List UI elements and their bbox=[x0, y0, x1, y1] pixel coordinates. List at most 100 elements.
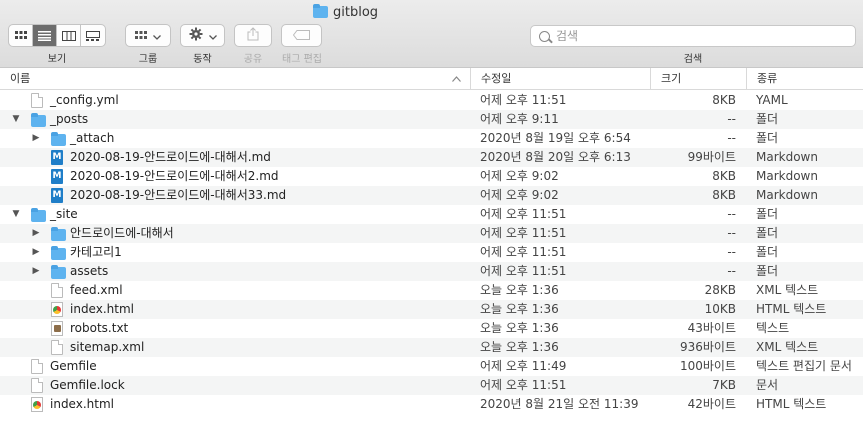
list-item[interactable]: index.html 2020년 8월 21일 오전 11:39 42바이트 HTML… bbox=[0, 395, 863, 414]
file-list: _config.yml 어제 오후 11:51 8KB YAML ▼ _posts 어제 오… bbox=[0, 91, 863, 414]
modified-date: 2020년 8월 21일 오전 11:39 bbox=[480, 397, 639, 411]
file-kind: HTML 텍스트 bbox=[756, 302, 827, 316]
file-kind: 폴더 bbox=[756, 245, 779, 259]
list-view-icon[interactable] bbox=[33, 25, 57, 46]
modified-date: 어제 오후 11:49 bbox=[480, 359, 567, 373]
tag-icon bbox=[292, 29, 311, 43]
file-size: 936바이트 bbox=[679, 340, 736, 354]
chevron-down-icon bbox=[208, 29, 217, 43]
disclosure-collapsed-icon[interactable]: ▶ bbox=[30, 243, 42, 262]
search-input[interactable] bbox=[556, 29, 836, 43]
list-item[interactable]: feed.xml 오늘 오후 1:36 28KB XML 텍스트 bbox=[0, 281, 863, 300]
modified-date: 어제 오후 9:02 bbox=[480, 188, 559, 202]
modified-date: 어제 오후 11:51 bbox=[480, 245, 567, 259]
disclosure-collapsed-icon[interactable]: ▶ bbox=[30, 129, 42, 148]
file-kind: Markdown bbox=[756, 188, 818, 202]
list-item[interactable]: Gemfile 어제 오후 11:49 100바이트 텍스트 편집기 문서 bbox=[0, 357, 863, 376]
list-item[interactable]: sitemap.xml 오늘 오후 1:36 936바이트 XML 텍스트 bbox=[0, 338, 863, 357]
list-item[interactable]: ▶ _attach 2020년 8월 19일 오후 6:54 -- 폴더 bbox=[0, 129, 863, 148]
folder-icon bbox=[51, 265, 66, 279]
file-kind: XML 텍스트 bbox=[756, 340, 819, 354]
icon-view-icon[interactable] bbox=[9, 25, 33, 46]
list-item[interactable]: ▼ _posts 어제 오후 9:11 -- 폴더 bbox=[0, 110, 863, 129]
disclosure-collapsed-icon[interactable]: ▶ bbox=[30, 224, 42, 243]
file-kind: 폴더 bbox=[756, 131, 779, 145]
gallery-view-icon[interactable] bbox=[81, 25, 105, 46]
group-grid-icon bbox=[135, 29, 147, 43]
share-button[interactable] bbox=[234, 24, 272, 47]
disclosure-expanded-icon[interactable]: ▼ bbox=[10, 110, 22, 129]
file-name: _config.yml bbox=[50, 93, 119, 107]
list-item[interactable]: Gemfile.lock 어제 오후 11:51 7KB 문서 bbox=[0, 376, 863, 395]
document-icon bbox=[31, 359, 43, 374]
disclosure-expanded-icon[interactable]: ▼ bbox=[10, 205, 22, 224]
file-name: _attach bbox=[70, 131, 115, 145]
view-mode-segmented-control bbox=[8, 24, 106, 47]
modified-date: 어제 오후 11:51 bbox=[480, 93, 567, 107]
edit-tags-label: 태그 편집 bbox=[282, 54, 322, 65]
column-header-name[interactable]: 이름 bbox=[0, 68, 470, 90]
disclosure-collapsed-icon[interactable]: ▶ bbox=[30, 262, 42, 281]
file-name: 2020-08-19-안드로이드에-대해서2.md bbox=[70, 169, 279, 183]
column-header: 이름 수정일 크기 종류 bbox=[0, 68, 863, 90]
file-name: sitemap.xml bbox=[70, 340, 145, 354]
file-kind: YAML bbox=[756, 93, 788, 107]
edit-tags-button[interactable] bbox=[281, 24, 322, 47]
list-item[interactable]: ▼ _site 어제 오후 11:51 -- 폴더 bbox=[0, 205, 863, 224]
file-size: 8KB bbox=[712, 169, 736, 183]
file-kind: 폴더 bbox=[756, 207, 779, 221]
share-label: 공유 bbox=[243, 54, 263, 65]
file-kind: 폴더 bbox=[756, 264, 779, 278]
list-item[interactable]: ▶ 안드로이드에-대해서 어제 오후 11:51 -- 폴더 bbox=[0, 224, 863, 243]
file-size: 7KB bbox=[712, 378, 736, 392]
file-size: 8KB bbox=[712, 188, 736, 202]
file-name: 2020-08-19-안드로이드에-대해서33.md bbox=[70, 188, 287, 202]
file-size: 42바이트 bbox=[687, 397, 736, 411]
column-header-kind[interactable]: 종류 bbox=[746, 68, 863, 90]
modified-date: 어제 오후 9:11 bbox=[480, 112, 559, 126]
list-item[interactable]: M 2020-08-19-안드로이드에-대해서2.md 어제 오후 9:02 8KB M… bbox=[0, 167, 863, 186]
folder-icon bbox=[51, 132, 66, 146]
folder-icon bbox=[51, 246, 66, 260]
file-name: robots.txt bbox=[70, 321, 129, 335]
file-name: index.html bbox=[50, 397, 114, 411]
folder-icon bbox=[313, 4, 328, 18]
list-item[interactable]: ▶ 카테고리1 어제 오후 11:51 -- 폴더 bbox=[0, 243, 863, 262]
file-name: 안드로이드에-대해서 bbox=[70, 226, 174, 240]
action-label: 동작 bbox=[193, 54, 212, 65]
action-button[interactable] bbox=[180, 24, 225, 47]
file-kind: 폴더 bbox=[756, 112, 779, 126]
file-size: -- bbox=[727, 112, 736, 126]
group-button[interactable] bbox=[125, 24, 171, 47]
file-kind: Markdown bbox=[756, 169, 818, 183]
file-name: index.html bbox=[70, 302, 134, 316]
column-header-date[interactable]: 수정일 bbox=[470, 68, 650, 90]
markdown-icon: M bbox=[51, 188, 63, 203]
modified-date: 오늘 오후 1:36 bbox=[480, 340, 559, 354]
search-field[interactable] bbox=[530, 25, 856, 47]
file-name: _posts bbox=[50, 112, 89, 126]
list-item[interactable]: index.html 오늘 오후 1:36 10KB HTML 텍스트 bbox=[0, 300, 863, 319]
column-header-size[interactable]: 크기 bbox=[650, 68, 746, 90]
modified-date: 어제 오후 11:51 bbox=[480, 207, 567, 221]
modified-date: 어제 오후 11:51 bbox=[480, 226, 567, 240]
search-label: 검색 bbox=[683, 54, 703, 65]
document-icon bbox=[31, 93, 43, 108]
modified-date: 2020년 8월 19일 오후 6:54 bbox=[480, 131, 631, 145]
list-item[interactable]: robots.txt 오늘 오후 1:36 43바이트 텍스트 bbox=[0, 319, 863, 338]
toolbar: gitblog 보기 그룹 동작 공유 태그 편집 검색 검색 bbox=[0, 0, 863, 68]
modified-date: 오늘 오후 1:36 bbox=[480, 321, 559, 335]
modified-date: 어제 오후 11:51 bbox=[480, 378, 567, 392]
document-icon bbox=[51, 340, 63, 355]
chevron-down-icon bbox=[153, 29, 161, 43]
column-view-icon[interactable] bbox=[57, 25, 81, 46]
file-size: -- bbox=[727, 245, 736, 259]
list-item[interactable]: M 2020-08-19-안드로이드에-대해서.md 2020년 8월 20일 오후… bbox=[0, 148, 863, 167]
file-kind: HTML 텍스트 bbox=[756, 397, 827, 411]
list-item[interactable]: M 2020-08-19-안드로이드에-대해서33.md 어제 오후 9:02 8KB… bbox=[0, 186, 863, 205]
folder-icon bbox=[31, 113, 46, 127]
file-kind: 텍스트 bbox=[756, 321, 790, 335]
search-icon bbox=[539, 30, 550, 42]
list-item[interactable]: _config.yml 어제 오후 11:51 8KB YAML bbox=[0, 91, 863, 110]
list-item[interactable]: ▶ assets 어제 오후 11:51 -- 폴더 bbox=[0, 262, 863, 281]
